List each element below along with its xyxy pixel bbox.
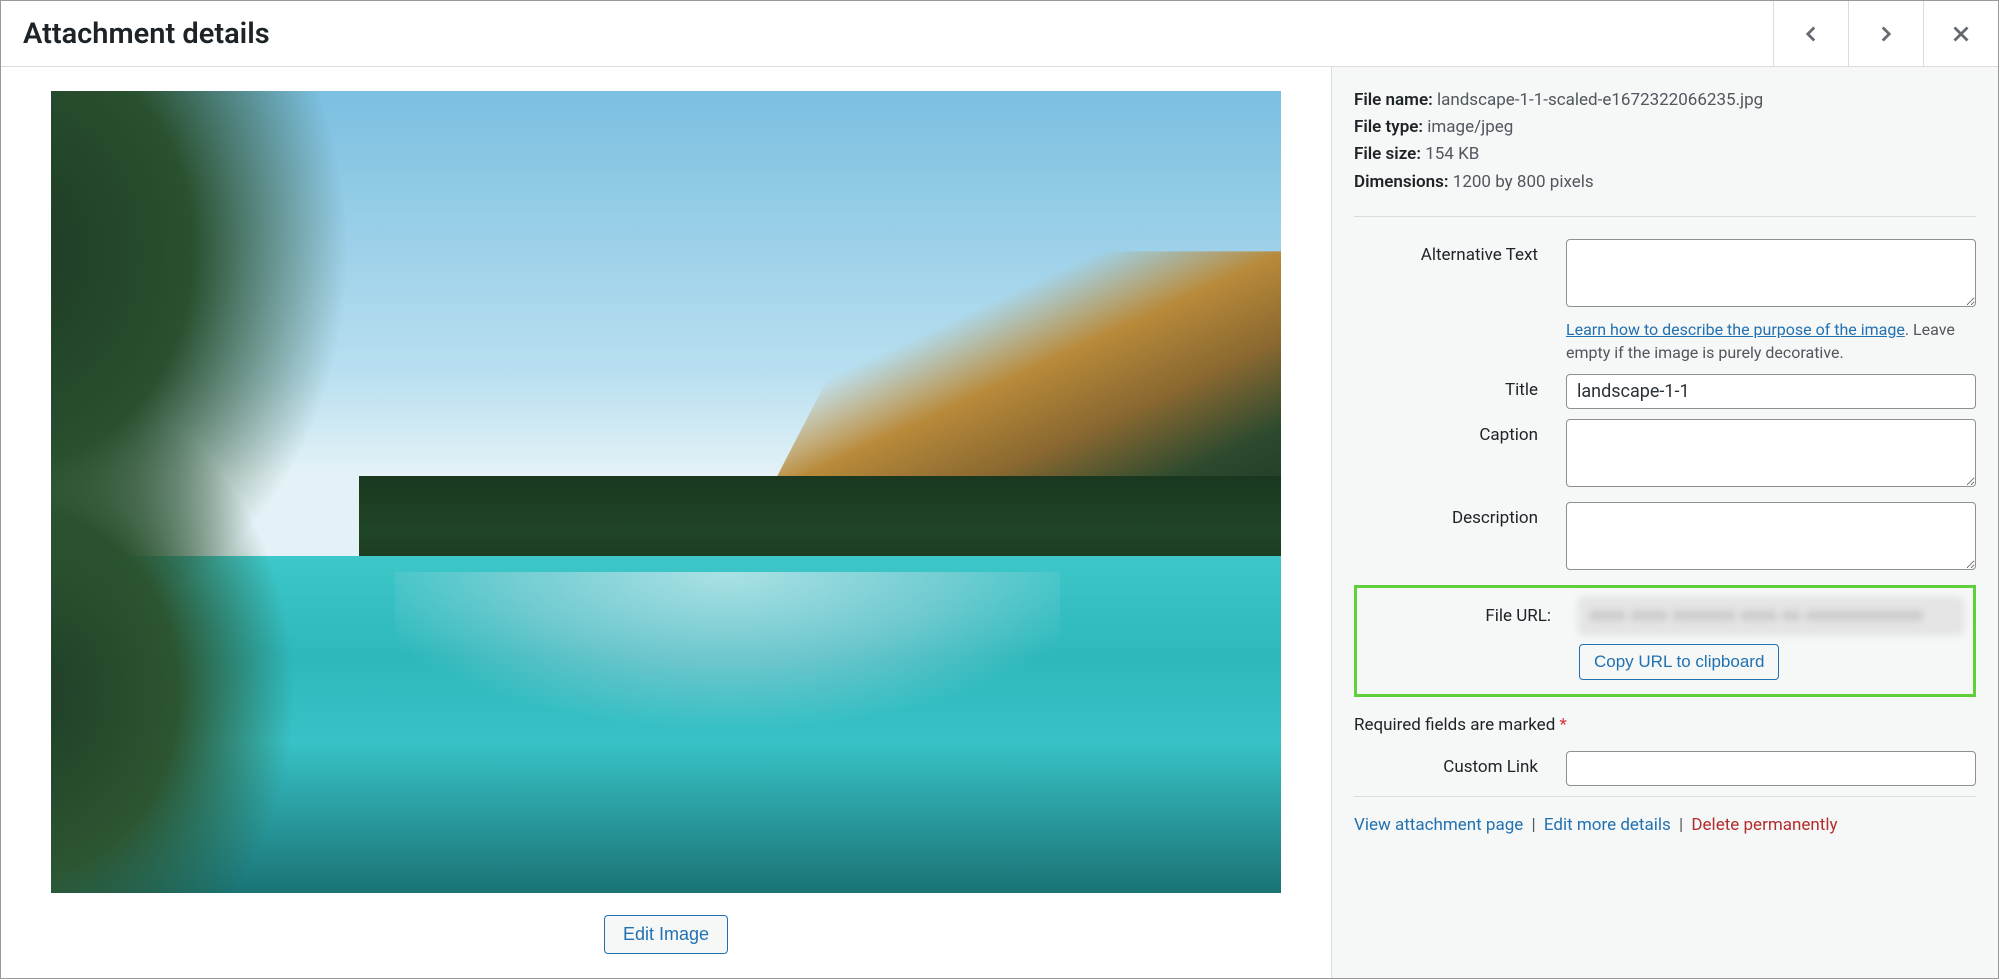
alt-text-help: Learn how to describe the purpose of the… [1566,318,1976,364]
title-row: Title [1354,374,1976,409]
file-url-input[interactable] [1579,598,1963,634]
attachment-image [51,91,1281,893]
alt-text-row: Alternative Text Learn how to describe t… [1354,239,1976,364]
copy-url-button[interactable]: Copy URL to clipboard [1579,644,1779,680]
file-url-label: File URL: [1367,606,1579,626]
prev-button[interactable] [1773,1,1848,66]
custom-link-input[interactable] [1566,751,1976,786]
attachment-details-modal: Attachment details Edit I [0,0,1999,979]
meta-file-size: File size: 154 KB [1354,141,1976,168]
modal-body: Edit Image File name: landscape-1-1-scal… [1,67,1998,978]
meta-file-name: File name: landscape-1-1-scaled-e1672322… [1354,87,1976,114]
alt-help-link[interactable]: Learn how to describe the purpose of the… [1566,320,1905,339]
required-fields-note: Required fields are marked * [1354,715,1976,735]
edit-image-button[interactable]: Edit Image [604,915,728,954]
description-row: Description [1354,502,1976,575]
close-icon [1948,21,1974,47]
caption-row: Caption [1354,419,1976,492]
caption-label: Caption [1354,419,1566,445]
image-panel: Edit Image [1,67,1331,978]
attachment-actions: View attachment page | Edit more details… [1354,796,1976,849]
next-button[interactable] [1848,1,1923,66]
description-input[interactable] [1566,502,1976,570]
chevron-right-icon [1873,21,1899,47]
title-input[interactable] [1566,374,1976,409]
header-nav-buttons [1773,1,1998,66]
modal-header: Attachment details [1,1,1998,67]
chevron-left-icon [1798,21,1824,47]
divider [1354,216,1976,217]
custom-link-row: Custom Link [1354,751,1976,786]
edit-more-link[interactable]: Edit more details [1544,815,1671,835]
alt-text-label: Alternative Text [1354,239,1566,265]
title-label: Title [1354,374,1566,400]
custom-link-label: Custom Link [1354,751,1566,777]
file-metadata: File name: landscape-1-1-scaled-e1672322… [1354,87,1976,196]
meta-dimensions: Dimensions: 1200 by 800 pixels [1354,169,1976,196]
alt-text-input[interactable] [1566,239,1976,307]
description-label: Description [1354,502,1566,528]
file-url-highlight: File URL: Copy URL to clipboard [1354,585,1976,697]
modal-title: Attachment details [23,17,270,51]
view-attachment-link[interactable]: View attachment page [1354,815,1523,835]
close-button[interactable] [1923,1,1998,66]
meta-file-type: File type: image/jpeg [1354,114,1976,141]
caption-input[interactable] [1566,419,1976,487]
delete-permanently-link[interactable]: Delete permanently [1691,815,1837,835]
details-sidebar: File name: landscape-1-1-scaled-e1672322… [1331,67,1998,978]
